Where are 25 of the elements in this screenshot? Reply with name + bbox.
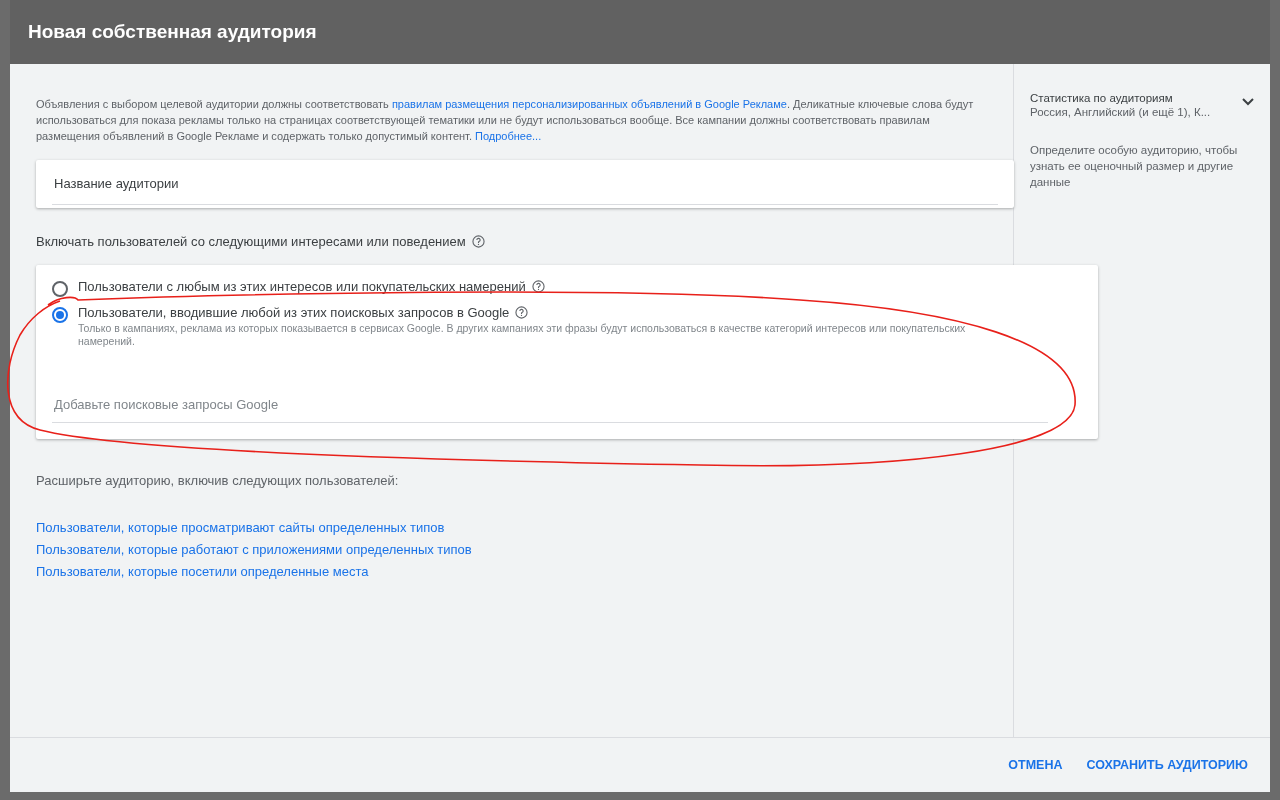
radio-button[interactable] [52,281,68,297]
policy-notice: Объявления с выбором целевой аудитории должны соответствовать правилам размещения персонализированных объявлений в Google Рекламе. Деликатные ключевые слова будут использоваться для показа рекламы только на страницах соответствующей тематики или не будут использоваться вообще. Все кампании должны соответствовать правилам размещения объявлений в Google Рекламе и содержать только допустимый контент. Подробнее... [36,97,975,144]
stats-hint: Определите особую аудиторию, чтобы узнать ее оценочный размер и другие данные [1030,143,1239,190]
chevron-down-icon[interactable] [1242,98,1254,106]
audience-name-field[interactable]: Название аудитории [36,160,1014,208]
more-link[interactable]: Подробнее... [475,130,542,142]
help-icon[interactable] [531,280,545,293]
radio-button[interactable] [52,307,68,323]
stats-subtitle: Россия, Английский (и ещё 1), К... [1030,106,1211,118]
dialog-button[interactable]: СОХРАНИТЬ АУДИТОРИЮ [1076,750,1258,780]
help-icon[interactable] [515,306,529,319]
expand-label: Расширьте аудиторию, включив следующих пользователей: [36,473,400,488]
dialog-button[interactable]: ОТМЕНА [998,750,1073,780]
help-icon[interactable] [471,235,485,248]
stats-title: Статистика по аудиториям [1030,92,1174,104]
dialog-title: Новая собственная аудитория [28,21,317,43]
search-queries-field[interactable]: Добавьте поисковые запросы Google [52,386,1048,423]
policy-link[interactable]: правилам размещения персонализированных объявлений в Google Рекламе [391,98,787,110]
audience-link[interactable]: Пользователи, которые работают с приложениями определенных типов [36,542,472,557]
option-description: Только в кампаниях, реклама из которых показывается в сервисах Google. В других кампаниях эти фразы будут использоваться в качестве категорий интересов или покупательских намерений. [78,322,967,348]
option-label: Пользователи, вводившие любой из этих поисковых запросов в Google [78,305,510,320]
option-label: Пользователи с любым из этих интересов или покупательских намерений [78,279,526,294]
audience-link[interactable]: Пользователи, которые посетили определенные места [36,564,369,579]
audience-link[interactable]: Пользователи, которые просматривают сайты определенных типов [36,520,445,535]
include-label: Включать пользователей со следующими интересами или поведением [36,234,466,249]
